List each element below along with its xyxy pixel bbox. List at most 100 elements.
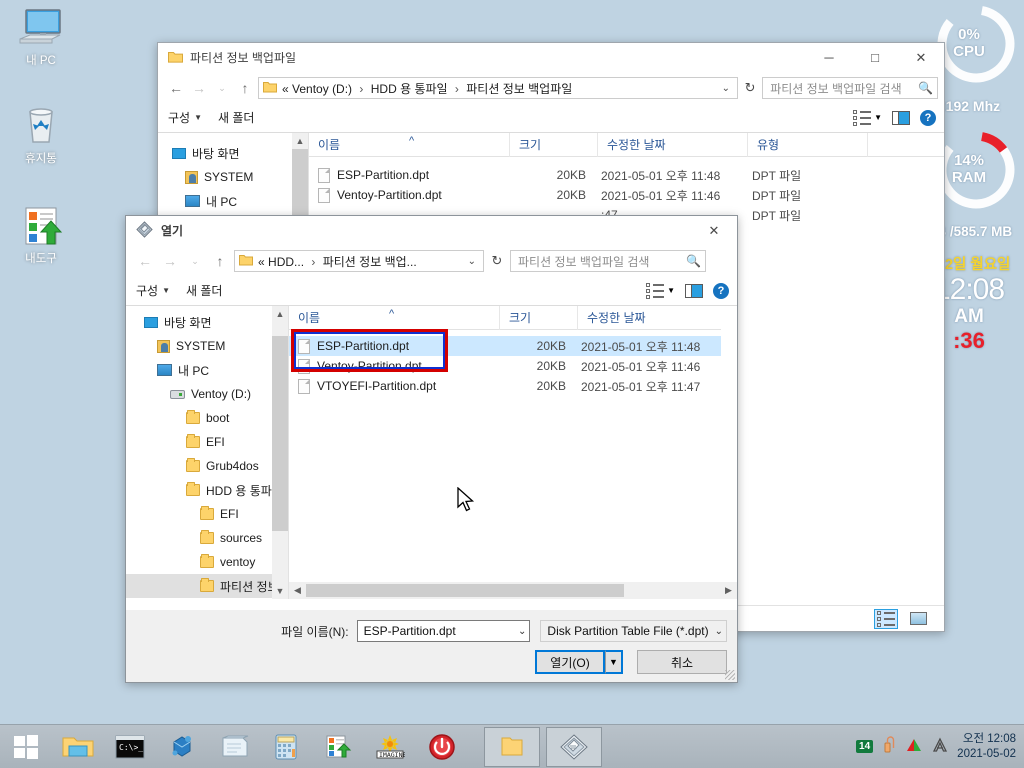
tree-item-boot[interactable]: boot [126, 406, 288, 430]
details-view-button[interactable] [874, 608, 898, 629]
preview-pane-icon[interactable] [892, 110, 910, 125]
ime-a-icon[interactable] [932, 737, 948, 756]
taskbar[interactable]: C:\>_ IMAGINE 14 오전 12:08 2021-05-02 [0, 724, 1024, 768]
chevron-down-icon[interactable]: ⌄ [512, 626, 526, 637]
dialog-list-vscrollbar[interactable] [721, 306, 737, 582]
help-icon[interactable]: ? [713, 282, 729, 299]
tree-item-grub4dos[interactable]: Grub4dos [126, 454, 288, 478]
refresh-icon[interactable]: ↻ [487, 253, 507, 269]
search-icon[interactable]: 🔍 [686, 254, 701, 268]
task-diskgenius[interactable] [546, 726, 602, 767]
start-button[interactable] [0, 726, 52, 768]
tree-item-desktop[interactable]: 바탕 화면 [126, 310, 288, 334]
tray-clock[interactable]: 오전 12:08 2021-05-02 [957, 732, 1016, 762]
new-folder-button[interactable]: 새 폴더 [218, 109, 254, 126]
breadcrumb-item-1[interactable]: 파티션 정보 백업... [323, 255, 417, 269]
calculator-button[interactable] [260, 726, 312, 768]
scroll-thumb[interactable] [292, 149, 308, 219]
breadcrumb-item-0[interactable]: Ventoy (D:) [292, 82, 352, 96]
notepad-button[interactable] [208, 726, 260, 768]
dialog-search-box[interactable]: 파티션 정보 백업파일 검색 🔍 [510, 250, 706, 272]
file-explorer-button[interactable] [52, 726, 104, 768]
chevron-down-icon[interactable]: ⌄ [717, 83, 735, 94]
usb-icon[interactable] [882, 736, 896, 757]
desktop-icon-my-pc[interactable]: 내 PC [2, 6, 80, 68]
filetype-select[interactable]: Disk Partition Table File (*.dpt) ⌄ [540, 620, 727, 642]
scroll-up-icon[interactable]: ▲ [272, 306, 288, 322]
chevron-down-icon[interactable]: ▼ [874, 113, 882, 122]
column-name[interactable]: 이름 ^ [309, 133, 509, 157]
back-button[interactable]: ← [166, 77, 186, 99]
open-dropdown-button[interactable]: ▼ [605, 650, 623, 674]
dialog-close-button[interactable]: ✕ [691, 216, 737, 246]
recent-locations-icon[interactable]: ⌄ [212, 77, 232, 99]
column-size[interactable]: 크기 [499, 305, 577, 330]
change-view-icon[interactable]: ▼ [646, 282, 675, 299]
dialog-tree-scrollbar[interactable]: ▲ ▼ [272, 306, 288, 599]
breadcrumb-item-2[interactable]: 파티션 정보 백업파일 [466, 82, 572, 96]
breadcrumb[interactable]: « HDD... › 파티션 정보 백업... [258, 253, 417, 270]
dialog-titlebar[interactable]: 열기 ✕ [126, 216, 737, 246]
scroll-left-icon[interactable]: ◀ [289, 585, 306, 596]
tray-badge[interactable]: 14 [856, 740, 874, 753]
open-dialog[interactable]: 열기 ✕ ← → ⌄ ↑ « HDD... › 파티션 정보 백업... ⌄ ↻… [125, 215, 738, 683]
cancel-button[interactable]: 취소 [637, 650, 727, 674]
table-row[interactable]: Ventoy-Partition.dpt 20KB 2021-05-01 오후 … [309, 185, 944, 205]
table-row[interactable]: ESP-Partition.dpt 20KB 2021-05-01 오후 11:… [289, 336, 737, 356]
scroll-thumb[interactable] [272, 336, 288, 531]
column-modified[interactable]: 수정한 날짜 [597, 132, 747, 157]
tree-item-efi[interactable]: EFI [126, 430, 288, 454]
command-prompt-button[interactable]: C:\>_ [104, 726, 156, 768]
chevron-down-icon[interactable]: ⌄ [709, 626, 723, 637]
change-view-icon[interactable]: ▼ [853, 109, 882, 126]
scroll-up-icon[interactable]: ▲ [292, 133, 308, 149]
scroll-down-icon[interactable]: ▼ [272, 583, 288, 599]
tree-item-efi-sub[interactable]: EFI [126, 502, 288, 526]
tree-item-system[interactable]: SYSTEM [158, 165, 308, 189]
table-row[interactable]: ESP-Partition.dpt 20KB 2021-05-01 오후 11:… [309, 165, 944, 185]
explorer-search-box[interactable]: 파티션 정보 백업파일 검색 🔍 [762, 77, 938, 99]
forward-button[interactable]: → [159, 250, 181, 272]
breadcrumb-item-0[interactable]: HDD... [268, 255, 304, 269]
task-explorer[interactable] [484, 726, 540, 767]
tree-item-sources[interactable]: sources [126, 526, 288, 550]
desktop-icon-recycle-bin[interactable]: 휴지통 [2, 104, 80, 166]
power-button[interactable] [416, 726, 468, 768]
virus-tool-button[interactable] [156, 726, 208, 768]
resize-grip[interactable] [725, 670, 735, 680]
column-modified[interactable]: 수정한 날짜 [577, 305, 727, 330]
back-button[interactable]: ← [134, 250, 156, 272]
tree-item-ventoy-drive[interactable]: Ventoy (D:) [126, 382, 288, 406]
minimize-button[interactable]: ─ [806, 43, 852, 73]
tree-item-my-pc[interactable]: 내 PC [158, 189, 308, 213]
triangle-icon[interactable] [905, 737, 923, 756]
table-row[interactable]: Ventoy-Partition.dpt 20KB 2021-05-01 오후 … [289, 356, 737, 376]
tree-item-ventoy[interactable]: ventoy [126, 550, 288, 574]
chevron-down-icon[interactable]: ⌄ [463, 256, 481, 267]
filename-input[interactable]: ESP-Partition.dpt ⌄ [356, 620, 531, 642]
address-bar[interactable]: « Ventoy (D:) › HDD 용 통파일 › 파티션 정보 백업파일 … [258, 77, 738, 99]
imagine-button[interactable]: IMAGINE [364, 726, 416, 768]
dialog-list-hscrollbar[interactable]: ◀ ▶ [289, 582, 737, 599]
preview-pane-icon[interactable] [685, 283, 703, 298]
recent-locations-icon[interactable]: ⌄ [184, 250, 206, 272]
column-name[interactable]: 이름 ^ [289, 306, 499, 330]
new-folder-button[interactable]: 새 폴더 [186, 282, 222, 299]
tree-item-desktop[interactable]: 바탕 화면 [158, 141, 308, 165]
desktop-icon-my-tools[interactable]: 내도구 [2, 204, 80, 266]
tree-item-hdd-folder[interactable]: HDD 용 통파 [126, 478, 288, 502]
dialog-address-bar[interactable]: « HDD... › 파티션 정보 백업... ⌄ [234, 250, 484, 272]
organize-menu[interactable]: 구성 ▼ [168, 109, 202, 126]
column-size[interactable]: 크기 [509, 132, 597, 157]
search-icon[interactable]: 🔍 [918, 81, 933, 95]
my-tools-button[interactable] [312, 726, 364, 768]
table-row[interactable]: VTOYEFI-Partition.dpt 20KB 2021-05-01 오후… [289, 376, 737, 396]
tree-item-partition-backup[interactable]: 파티션 정보 [126, 574, 288, 598]
column-type[interactable]: 유형 [747, 132, 867, 157]
chevron-down-icon[interactable]: ▼ [667, 286, 675, 295]
help-icon[interactable]: ? [920, 109, 936, 126]
up-button[interactable]: ↑ [235, 77, 255, 99]
organize-menu[interactable]: 구성 ▼ [136, 282, 170, 299]
refresh-icon[interactable]: ↻ [741, 80, 759, 96]
breadcrumb[interactable]: « Ventoy (D:) › HDD 용 통파일 › 파티션 정보 백업파일 [282, 80, 572, 97]
